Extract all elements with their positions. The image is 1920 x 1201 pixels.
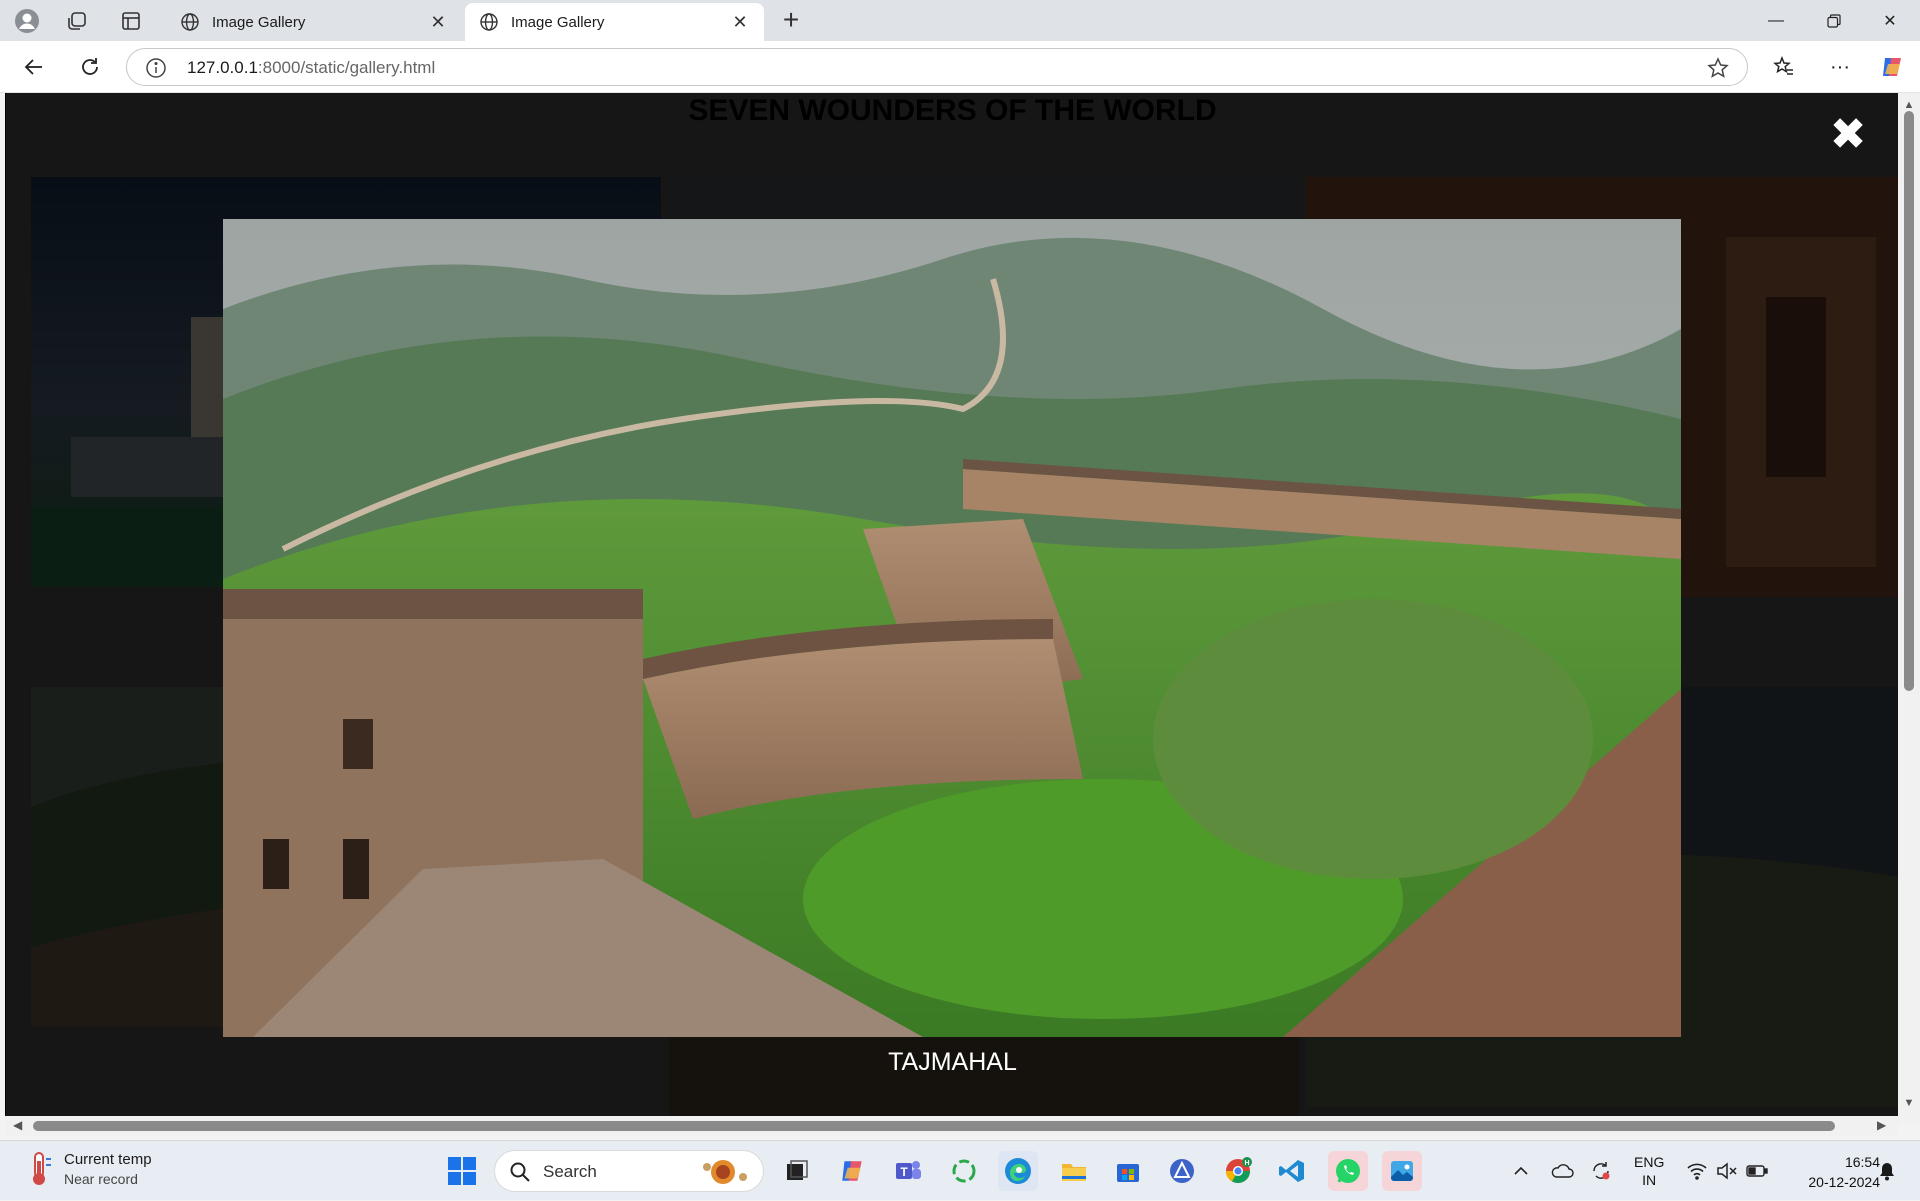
vertical-scrollbar[interactable]: ▲ ▼	[1898, 93, 1920, 1123]
edge-icon[interactable]	[998, 1151, 1038, 1191]
tab-image-gallery-1[interactable]: Image Gallery ✕	[166, 3, 462, 41]
thermometer-icon	[33, 1152, 51, 1185]
scroll-up-icon[interactable]: ▲	[1903, 99, 1915, 111]
address-bar-row: 127.0.0.1:8000/static/gallery.html ···	[0, 41, 1920, 93]
tab-title: Image Gallery	[511, 13, 605, 31]
favorites-icon[interactable]	[1770, 53, 1798, 81]
show-hidden-icons[interactable]	[1512, 1141, 1530, 1201]
vertical-scroll-thumb[interactable]	[1904, 111, 1914, 691]
onedrive-icon[interactable]	[1550, 1141, 1574, 1201]
teams-icon[interactable]: T	[888, 1151, 928, 1191]
new-tab-button[interactable]: +	[776, 6, 806, 36]
search-label: Search	[543, 1162, 597, 1181]
scroll-right-icon[interactable]: ▶	[1877, 1118, 1886, 1132]
horizontal-scroll-thumb[interactable]	[33, 1121, 1835, 1131]
weather-title: Current temp	[64, 1151, 152, 1168]
page-viewport: SEVEN WOUNDERS OF THE WORLD TAJMAHAL ✖	[5, 93, 1898, 1116]
close-window-icon[interactable]: ✕	[1866, 6, 1914, 36]
sync-app-icon[interactable]	[944, 1151, 984, 1191]
store-icon[interactable]	[1108, 1151, 1148, 1191]
svg-text:H: H	[1244, 1160, 1249, 1167]
workspaces-icon[interactable]	[64, 8, 90, 34]
close-tab-icon[interactable]: ✕	[428, 12, 448, 33]
restore-icon[interactable]	[1810, 6, 1858, 36]
search-icon	[510, 1162, 530, 1182]
favorite-star-icon[interactable]	[1707, 57, 1729, 79]
sync-status-icon[interactable]	[1590, 1141, 1612, 1201]
url-input[interactable]: 127.0.0.1:8000/static/gallery.html	[126, 48, 1748, 86]
more-options-icon[interactable]: ···	[1826, 53, 1854, 81]
tab-image-gallery-2[interactable]: Image Gallery ✕	[465, 3, 764, 41]
task-view-icon[interactable]	[776, 1151, 816, 1191]
lightbox-image	[223, 219, 1681, 1037]
page-title: SEVEN WOUNDERS OF THE WORLD	[688, 94, 1217, 127]
globe-icon	[181, 13, 199, 31]
tab-title: Image Gallery	[212, 13, 306, 31]
taskbar-search[interactable]: Search	[494, 1150, 764, 1192]
url-text: 127.0.0.1:8000/static/gallery.html	[187, 58, 436, 77]
svg-text:T: T	[900, 1165, 908, 1179]
whatsapp-icon[interactable]	[1328, 1151, 1368, 1191]
notification-bell-icon[interactable]	[1878, 1141, 1896, 1201]
copilot-taskbar-icon[interactable]	[832, 1151, 872, 1191]
back-icon[interactable]	[18, 51, 50, 83]
clock-date: 20-12-2024	[1808, 1174, 1880, 1190]
clock-time: 16:54	[1844, 1154, 1880, 1170]
taskbar: Current temp Near record Search T H ENG …	[0, 1140, 1920, 1200]
horizontal-scrollbar[interactable]: ◀ ▶	[5, 1116, 1898, 1136]
file-explorer-icon[interactable]	[1054, 1151, 1094, 1191]
wifi-icon[interactable]	[1686, 1141, 1708, 1201]
lightbox-close-icon[interactable]: ✖	[1828, 113, 1868, 157]
copilot-icon[interactable]	[1878, 53, 1906, 81]
vscode-icon[interactable]	[1272, 1151, 1312, 1191]
weather-widget[interactable]: Current temp Near record	[26, 1151, 152, 1187]
affinity-icon[interactable]	[1162, 1151, 1202, 1191]
close-tab-icon[interactable]: ✕	[730, 12, 750, 33]
clock[interactable]: 16:54 20-12-2024	[1786, 1152, 1880, 1192]
profile-icon[interactable]	[14, 8, 40, 34]
battery-icon[interactable]	[1746, 1141, 1768, 1201]
search-highlight-icon	[703, 1160, 747, 1184]
start-button[interactable]	[442, 1151, 482, 1191]
vertical-tabs-icon[interactable]	[118, 8, 144, 34]
language-indicator[interactable]: ENG IN	[1634, 1153, 1664, 1189]
globe-icon	[480, 13, 498, 31]
lightbox-caption: TAJMAHAL	[888, 1048, 1017, 1076]
weather-subtitle: Near record	[64, 1171, 138, 1187]
reload-icon[interactable]	[74, 51, 106, 83]
chrome-icon[interactable]: H	[1218, 1151, 1258, 1191]
scroll-left-icon[interactable]: ◀	[13, 1118, 22, 1132]
scroll-down-icon[interactable]: ▼	[1903, 1097, 1915, 1109]
photos-icon[interactable]	[1382, 1151, 1422, 1191]
site-info-icon[interactable]	[145, 57, 167, 79]
volume-muted-icon[interactable]	[1716, 1141, 1738, 1201]
minimize-icon[interactable]: —	[1752, 6, 1800, 36]
tab-bar: Image Gallery ✕ Image Gallery ✕ + — ✕	[0, 0, 1920, 41]
